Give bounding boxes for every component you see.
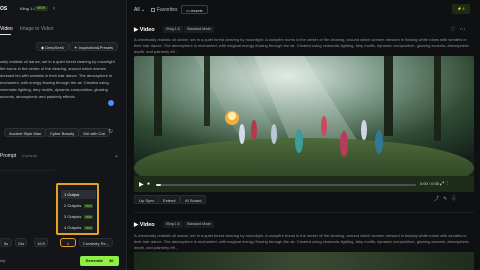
assets-label: Assets <box>190 8 203 13</box>
video-thumbnail[interactable] <box>134 56 474 192</box>
prompt-input[interactable]: cally realistic oil dance, set in a quie… <box>0 58 117 100</box>
option-label: 2 Outputs <box>64 203 82 208</box>
pro-badge: PRO <box>84 203 93 208</box>
generate-label: Generate <box>85 258 103 263</box>
filter-all-label: All <box>134 7 140 13</box>
card-type-label: ▶ Video <box>134 27 155 33</box>
tab-underline <box>0 34 11 35</box>
card-model-tag: Kling 1.6 <box>163 26 183 33</box>
collapse-icon[interactable]: ‹ <box>53 6 62 12</box>
footer-label: nty <box>0 258 6 263</box>
forest-dance-scene <box>134 56 474 192</box>
style-chip[interactable]: Ancient Style Man <box>4 128 47 137</box>
share-icon[interactable]: ⤴ <box>434 196 443 202</box>
option-label: 3 Outputs <box>64 214 82 219</box>
outputs-option-3[interactable]: 3 Outputs PRO <box>61 212 96 221</box>
negative-prompt-optional: (Optional) <box>22 154 38 158</box>
edit-icon[interactable]: ✎ <box>443 196 451 202</box>
card-type-label: ▶ Video <box>134 222 155 228</box>
model-new-badge: NEW <box>34 6 49 11</box>
favorites-label: Favorites <box>157 7 178 13</box>
card-model-tag: Kling 1.6 <box>163 221 183 228</box>
outputs-option-4[interactable]: 4 Outputs PRO <box>61 223 96 232</box>
duration-5s[interactable]: 5s <box>0 238 12 247</box>
generate-credits: 40 <box>109 258 114 263</box>
volume-icon[interactable]: ● <box>147 181 150 187</box>
outputs-dropdown: 1 Output 2 Outputs PRO 3 Outputs PRO 4 O… <box>56 183 99 235</box>
lip-sync-button[interactable]: Lip Sync <box>134 195 160 204</box>
time-display: 0:00 / 0:05 <box>420 181 439 186</box>
outputs-option-1[interactable]: 1 Output <box>61 190 96 199</box>
progress-track[interactable] <box>156 184 416 186</box>
fullscreen-icon[interactable]: ⤢⋮ <box>440 181 451 187</box>
download-icon[interactable]: ⇩ <box>451 196 460 202</box>
credits-count: 4 <box>462 6 465 11</box>
card-action-icons: ⤴✎⇩ <box>434 195 460 202</box>
option-label: 1 Output <box>64 192 80 197</box>
card-type-text: Video <box>139 222 155 228</box>
pro-badge: PRO <box>84 225 93 230</box>
deepseek-label: DeepSeek <box>45 45 64 50</box>
aspect-ratio-select[interactable]: 16:9 <box>34 238 48 247</box>
pro-badge: PRO <box>84 214 93 219</box>
more-icon[interactable]: ⋯ <box>459 27 469 33</box>
refresh-icon[interactable]: ↻ <box>108 129 114 135</box>
assets-button[interactable]: ▭ Assets <box>181 5 208 14</box>
extend-button[interactable]: Extend <box>158 195 181 204</box>
outputs-option-2[interactable]: 2 Outputs PRO <box>61 201 96 210</box>
negative-prompt-input[interactable] <box>0 170 55 206</box>
tab-image-to-video[interactable]: Image to Video <box>20 26 54 32</box>
chevron-down-icon[interactable]: ⌄ <box>114 152 119 159</box>
card-divider <box>134 212 474 213</box>
tab-video[interactable]: Video <box>0 26 13 32</box>
card-prompt: A chemically realistic oil dance, set in… <box>134 233 470 250</box>
card-mode-tag: Standard Mode <box>184 221 214 228</box>
option-label: 4 Outputs <box>64 225 82 230</box>
inspiration-label: Inspiration&Presets <box>78 45 114 50</box>
style-chip[interactable]: Cyber Beauty <box>45 128 80 137</box>
app-title: OS <box>0 6 8 12</box>
card-prompt: A chemically realistic oil dance, set in… <box>134 37 470 54</box>
video-thumbnail[interactable] <box>134 252 474 270</box>
filter-all[interactable]: All ⌄ <box>134 7 145 13</box>
duration-10s[interactable]: 10s <box>15 238 27 247</box>
ai-sound-button[interactable]: AI Sound <box>180 195 207 204</box>
card-menu[interactable]: ♡⋯ <box>450 26 469 33</box>
negative-prompt-label: Prompt <box>0 153 17 159</box>
generate-button[interactable]: Generate ⚡40 <box>80 256 119 266</box>
heart-icon[interactable]: ♡ <box>450 27 459 33</box>
prompt-enhance-icon[interactable] <box>108 100 114 106</box>
card-mode-tag: Standard Mode <box>184 26 214 33</box>
creativity-select[interactable]: Creativity Re... <box>79 238 113 247</box>
outputs-select[interactable]: 1 <box>60 238 76 247</box>
inspiration-button[interactable]: ✦ Inspiration&Presets <box>69 42 119 51</box>
play-icon[interactable]: ▶ <box>139 181 144 188</box>
style-chip[interactable]: Girl with Cat <box>78 128 110 137</box>
progress-fill <box>156 184 162 186</box>
favorites-checkbox[interactable] <box>151 8 155 12</box>
credits-badge[interactable]: ⚡4 <box>452 4 470 14</box>
card-type-text: Video <box>139 27 155 33</box>
deepseek-button[interactable]: ◆ DeepSeek <box>36 42 69 51</box>
